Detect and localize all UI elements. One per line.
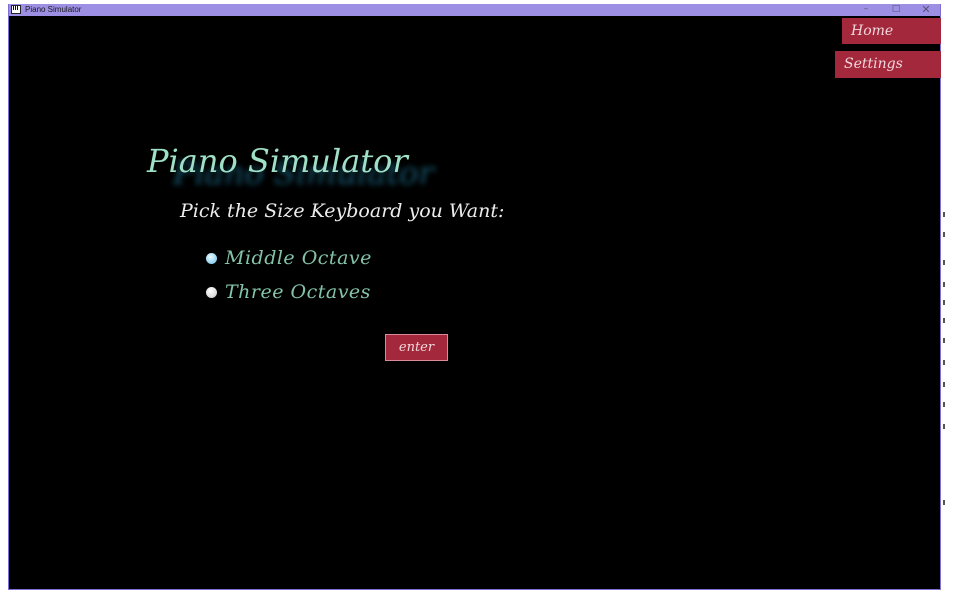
radio-button-selected[interactable] [206,252,217,264]
window-titlebar[interactable]: Piano Simulator – □ ✕ [9,4,940,16]
minimize-button[interactable]: – [853,4,879,16]
enter-button[interactable]: enter [385,334,448,361]
home-button[interactable]: Home [842,18,942,44]
close-button[interactable]: ✕ [913,4,939,16]
window-title: Piano Simulator [25,5,82,14]
keyboard-size-prompt: Pick the Size Keyboard you Want: [180,200,505,222]
option-label[interactable]: Middle Octave [225,247,372,269]
piano-icon [11,5,21,14]
option-three-octaves[interactable]: Three Octaves [206,280,371,304]
maximize-button[interactable]: □ [883,4,909,16]
background-window-edge [941,0,953,598]
option-label[interactable]: Three Octaves [225,281,371,303]
page-title-text: Piano Simulator [147,142,408,180]
settings-button[interactable]: Settings [835,51,942,78]
page-title: Piano Simulator Piano Simulator [147,142,507,202]
option-middle-octave[interactable]: Middle Octave [206,246,372,270]
radio-button[interactable] [206,286,217,298]
app-window: Piano Simulator – □ ✕ Home Settings Pian… [8,4,942,590]
